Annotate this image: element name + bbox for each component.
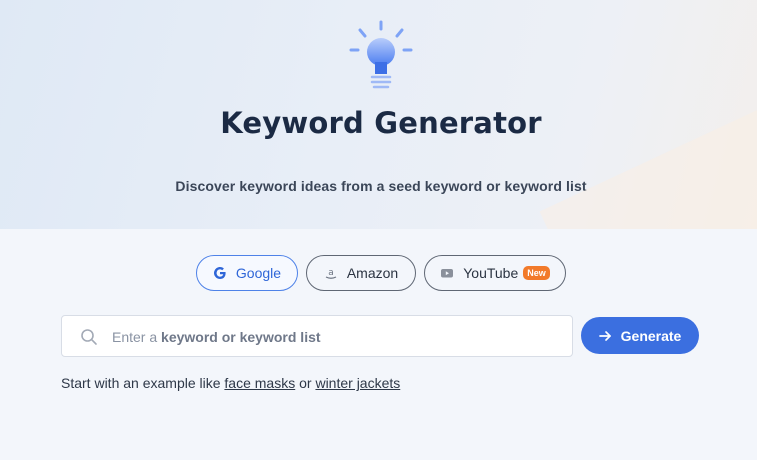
- tab-amazon[interactable]: a Amazon: [306, 255, 416, 291]
- generate-label: Generate: [620, 327, 682, 344]
- search-input[interactable]: [112, 316, 562, 356]
- new-badge: New: [523, 266, 550, 280]
- tab-google-label: Google: [235, 265, 282, 281]
- search-icon: [81, 329, 97, 345]
- hero-banner: Keyword Generator Discover keyword ideas…: [0, 0, 757, 229]
- page-title: Keyword Generator: [220, 106, 542, 140]
- example-link-winter-jackets[interactable]: winter jackets: [315, 375, 400, 391]
- youtube-icon: [440, 266, 454, 280]
- svg-text:a: a: [328, 268, 334, 278]
- source-tabs: Google a Amazon YouTube New: [0, 255, 757, 291]
- page-subtitle: Discover keyword ideas from a seed keywo…: [175, 178, 587, 194]
- example-suggestions: Start with an example like face masks or…: [61, 375, 400, 391]
- tab-youtube-label: YouTube: [463, 265, 519, 281]
- keyword-search-field: Enter a keyword or keyword list: [61, 315, 573, 357]
- tab-amazon-label: Amazon: [346, 265, 399, 281]
- examples-prefix: Start with an example like: [61, 375, 225, 391]
- amazon-icon: a: [324, 266, 338, 280]
- arrow-right-icon: [598, 330, 612, 342]
- example-link-face-masks[interactable]: face masks: [224, 375, 295, 391]
- tab-google[interactable]: Google: [196, 255, 298, 291]
- examples-middle: or: [295, 375, 316, 391]
- generate-button[interactable]: Generate: [581, 317, 699, 354]
- tab-youtube[interactable]: YouTube New: [424, 255, 566, 291]
- lightbulb-icon: [349, 20, 413, 89]
- google-icon: [213, 266, 227, 280]
